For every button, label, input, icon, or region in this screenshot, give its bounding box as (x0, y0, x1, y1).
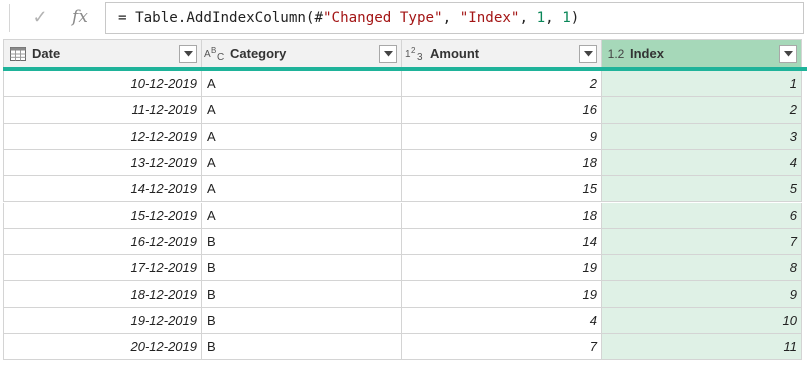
whole-number-type-icon[interactable]: 1 2 3 (402, 46, 430, 62)
amount-cell[interactable]: 7 (402, 334, 602, 361)
amount-cell[interactable]: 19 (402, 281, 602, 308)
category-cell[interactable]: B (202, 228, 402, 256)
column-filter-dropdown[interactable] (779, 45, 797, 63)
formula-arg-table: "Changed Type" (323, 10, 443, 26)
svg-text:C: C (217, 52, 224, 62)
table-row: 13-12-2019 A 18 4 (3, 149, 807, 177)
amount-cell[interactable]: 16 (402, 97, 602, 124)
column-header-label: Date (32, 46, 61, 61)
svg-text:2: 2 (411, 46, 416, 55)
category-cell[interactable]: A (202, 176, 402, 203)
column-filter-dropdown[interactable] (579, 45, 597, 63)
column-header-amount[interactable]: 1 2 3 Amount (402, 39, 602, 67)
category-cell[interactable]: A (202, 97, 402, 124)
date-cell[interactable]: 12-12-2019 (3, 123, 202, 150)
column-header-label: Category (230, 46, 287, 61)
category-cell[interactable]: B (202, 334, 402, 361)
index-cell[interactable]: 3 (602, 123, 802, 150)
decimal-type-icon[interactable]: 1.2 (602, 47, 630, 61)
category-cell[interactable]: A (202, 202, 402, 229)
table-row: 10-12-2019 A 2 1 (3, 71, 807, 98)
table-row: 11-12-2019 A 16 2 (3, 97, 807, 124)
column-filter-dropdown[interactable] (179, 45, 197, 63)
date-cell[interactable]: 11-12-2019 (3, 97, 202, 124)
date-cell[interactable]: 17-12-2019 (3, 255, 202, 282)
formula-sep: , (519, 10, 537, 26)
date-cell[interactable]: 19-12-2019 (3, 307, 202, 334)
table-row: 18-12-2019 B 19 9 (3, 281, 807, 308)
date-cell[interactable]: 16-12-2019 (3, 228, 202, 256)
amount-cell[interactable]: 14 (402, 228, 602, 256)
amount-cell[interactable]: 2 (402, 71, 602, 98)
text-type-icon[interactable]: A B C (202, 46, 230, 62)
table-row: 20-12-2019 B 7 11 (3, 334, 807, 361)
table-row: 14-12-2019 A 15 5 (3, 176, 807, 203)
amount-cell[interactable]: 19 (402, 255, 602, 282)
chevron-down-icon (183, 51, 193, 57)
svg-text:A: A (204, 49, 211, 60)
chevron-down-icon (783, 51, 793, 57)
chevron-down-icon (583, 51, 593, 57)
category-cell[interactable]: B (202, 255, 402, 282)
category-cell[interactable]: A (202, 149, 402, 177)
fx-icon[interactable]: fx (68, 6, 92, 28)
category-cell[interactable]: A (202, 123, 402, 150)
index-cell[interactable]: 2 (602, 97, 802, 124)
table-row: 15-12-2019 A 18 6 (3, 202, 807, 229)
date-cell[interactable]: 14-12-2019 (3, 176, 202, 203)
svg-text:B: B (211, 46, 216, 55)
date-cell[interactable]: 18-12-2019 (3, 281, 202, 308)
data-grid: Date A B C Category 1 2 3 Amount 1.2 Ind… (3, 39, 807, 362)
index-cell[interactable]: 4 (602, 149, 802, 177)
table-row: 16-12-2019 B 14 7 (3, 228, 807, 256)
amount-cell[interactable]: 18 (402, 202, 602, 229)
index-cell[interactable]: 5 (602, 176, 802, 203)
date-cell[interactable]: 13-12-2019 (3, 149, 202, 177)
amount-cell[interactable]: 18 (402, 149, 602, 177)
formula-sep: , (545, 10, 563, 26)
table-row: 19-12-2019 B 4 10 (3, 307, 807, 334)
column-header-category[interactable]: A B C Category (202, 39, 402, 67)
index-cell[interactable]: 1 (602, 71, 802, 98)
date-cell[interactable]: 20-12-2019 (3, 334, 202, 361)
index-cell[interactable]: 11 (602, 334, 802, 361)
formula-sep: , (442, 10, 460, 26)
commit-check-icon[interactable]: ✓ (28, 6, 52, 28)
amount-cell[interactable]: 9 (402, 123, 602, 150)
category-cell[interactable]: B (202, 307, 402, 334)
category-cell[interactable]: B (202, 281, 402, 308)
formula-prefix: = Table.AddIndexColumn(# (118, 10, 323, 26)
index-cell[interactable]: 7 (602, 228, 802, 256)
amount-cell[interactable]: 15 (402, 176, 602, 203)
index-cell[interactable]: 9 (602, 281, 802, 308)
table-row: 17-12-2019 B 19 8 (3, 255, 807, 282)
formula-arg-start: 1 (536, 10, 546, 26)
index-cell[interactable]: 10 (602, 307, 802, 334)
svg-text:3: 3 (417, 52, 423, 62)
date-cell[interactable]: 10-12-2019 (3, 71, 202, 98)
chevron-down-icon (383, 51, 393, 57)
formula-arg-name: "Index" (459, 10, 520, 26)
column-header-label: Index (630, 46, 664, 61)
column-header-row: Date A B C Category 1 2 3 Amount 1.2 Ind… (3, 39, 807, 67)
formula-input[interactable]: = Table.AddIndexColumn(# "Changed Type", … (105, 2, 804, 34)
column-header-label: Amount (430, 46, 480, 61)
amount-cell[interactable]: 4 (402, 307, 602, 334)
formula-suffix: ) (570, 10, 580, 26)
index-cell[interactable]: 8 (602, 255, 802, 282)
formula-bar-edge (0, 4, 10, 32)
column-filter-dropdown[interactable] (379, 45, 397, 63)
formula-bar: ✓ fx = Table.AddIndexColumn(# "Changed Ty… (0, 0, 807, 36)
date-cell[interactable]: 15-12-2019 (3, 202, 202, 229)
table-row: 12-12-2019 A 9 3 (3, 123, 807, 150)
column-header-date[interactable]: Date (3, 39, 202, 67)
formula-arg-step: 1 (562, 10, 571, 26)
column-header-index[interactable]: 1.2 Index (602, 39, 802, 67)
calendar-icon[interactable] (4, 46, 32, 61)
index-cell[interactable]: 6 (602, 202, 802, 229)
category-cell[interactable]: A (202, 71, 402, 98)
